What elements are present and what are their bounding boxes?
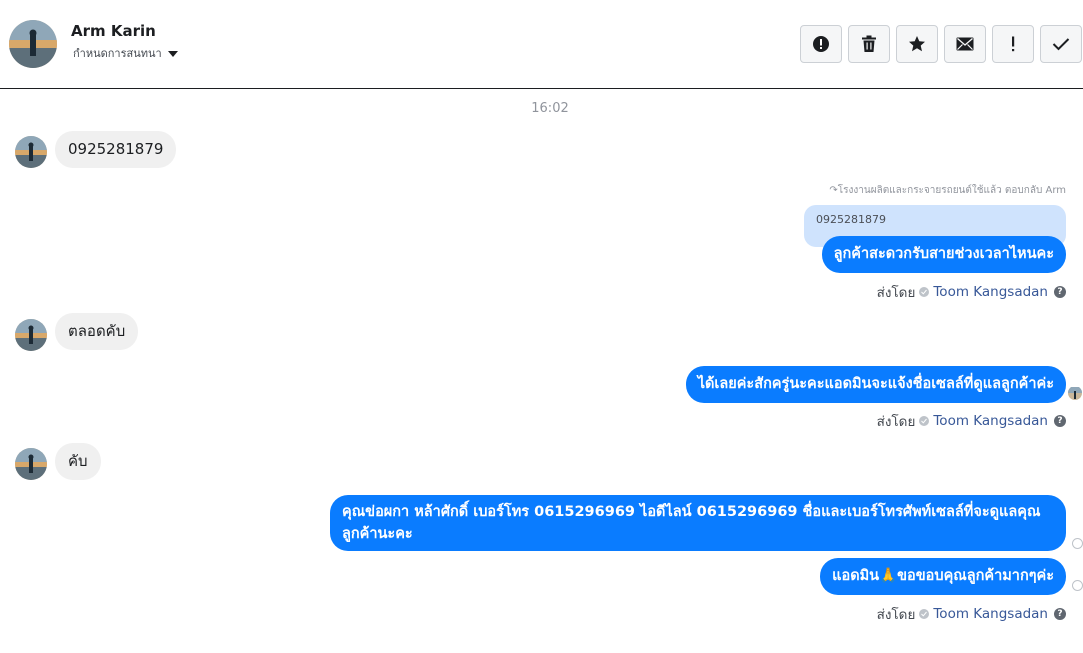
sent-status-icon [1072, 538, 1083, 549]
envelope-icon [956, 37, 974, 51]
message-timestamp: 16:02 [531, 101, 569, 116]
sender-name[interactable]: Toom Kangsadan [933, 606, 1048, 622]
mark-done-button[interactable] [1040, 25, 1082, 63]
star-icon [909, 36, 925, 52]
verified-icon [919, 609, 930, 619]
assign-conversation-dropdown[interactable]: กำหนดการสนทนา [73, 44, 178, 62]
sent-by-label: ส่งโดย [876, 285, 916, 301]
sender-avatar[interactable] [15, 136, 47, 168]
contact-name[interactable]: Arm Karin [71, 22, 156, 40]
verified-icon [919, 287, 930, 297]
help-icon[interactable]: ? [1054, 415, 1066, 427]
mark-unread-button[interactable] [944, 25, 986, 63]
sent-by-info: ส่งโดย Toom Kangsadan ? [877, 603, 1066, 625]
toolbar [800, 25, 1082, 63]
alert-circle-icon [813, 36, 829, 52]
outgoing-message[interactable]: ได้เลยค่ะสักครู่นะคะแอดมินจะแจ้งชื่อเซลล… [685, 366, 1066, 403]
sent-by-label: ส่งโดย [876, 607, 916, 623]
sender-name[interactable]: Toom Kangsadan [933, 413, 1048, 429]
sent-by-info: ส่งโดย Toom Kangsadan ? [877, 410, 1066, 432]
contact-avatar[interactable] [9, 20, 57, 68]
sender-name[interactable]: Toom Kangsadan [933, 284, 1048, 300]
check-icon [1052, 38, 1070, 51]
caret-down-icon [167, 51, 178, 57]
reply-arrow-icon: ↷ [829, 185, 838, 196]
incoming-message[interactable]: คับ [55, 443, 101, 480]
flag-button[interactable] [992, 25, 1034, 63]
conversation-header: Arm Karin กำหนดการสนทนา [0, 0, 1083, 89]
seen-avatar [1068, 386, 1082, 400]
help-icon[interactable]: ? [1054, 286, 1066, 298]
assign-label: กำหนดการสนทนา [73, 47, 162, 60]
reply-note: ↷โรงงานผลิตและกระจายรถยนต์ใช้แล้ว ตอบกลั… [829, 185, 1066, 196]
verified-icon [919, 416, 930, 426]
incoming-message[interactable]: ตลอดคับ [55, 313, 139, 350]
outgoing-message[interactable]: แอดมิน🙏ขอขอบคุณลูกค้ามากๆค่ะ [820, 558, 1066, 595]
trash-icon [862, 35, 876, 52]
delete-button[interactable] [848, 25, 890, 63]
star-button[interactable] [896, 25, 938, 63]
sent-by-label: ส่งโดย [876, 414, 916, 430]
outgoing-message[interactable]: ลูกค้าสะดวกรับสายช่วงเวลาไหนคะ [821, 236, 1066, 273]
sent-by-info: ส่งโดย Toom Kangsadan ? [877, 281, 1066, 303]
help-icon[interactable]: ? [1054, 608, 1066, 620]
incoming-message[interactable]: 0925281879 [55, 131, 177, 168]
sender-avatar[interactable] [15, 448, 47, 480]
sender-avatar[interactable] [15, 319, 47, 351]
exclamation-icon [1012, 36, 1015, 52]
mark-spam-button[interactable] [800, 25, 842, 63]
sent-status-icon [1072, 580, 1083, 591]
outgoing-message[interactable]: คุณข่อผกา หล้าศักดิ์ เบอร์โทร 0615296969… [330, 495, 1066, 551]
